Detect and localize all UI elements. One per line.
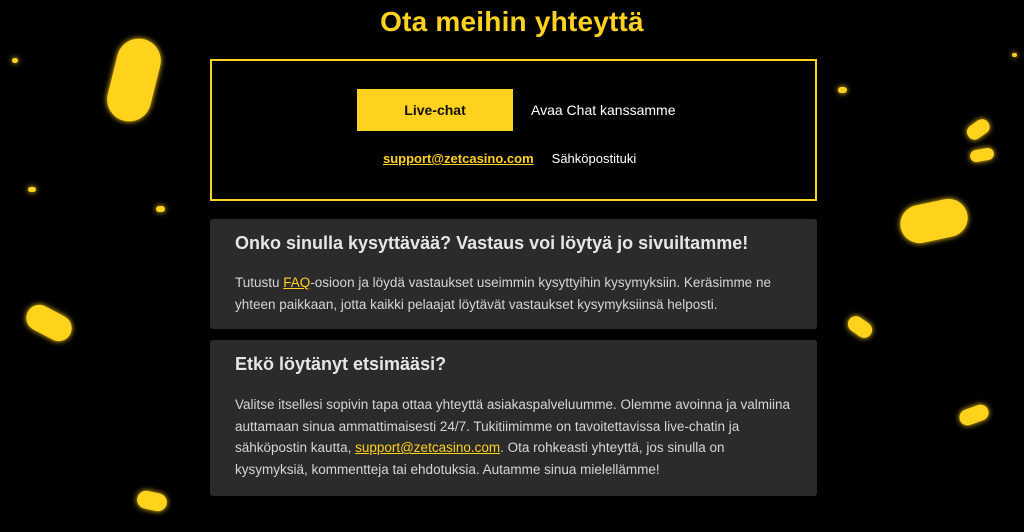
- page-title: Ota meihin yhteyttä: [380, 6, 644, 37]
- faq-card-text: Tutustu FAQ-osioon ja löydä vastaukset u…: [235, 272, 795, 315]
- coin-icon: [156, 206, 165, 212]
- live-chat-button[interactable]: Live-chat: [357, 89, 513, 131]
- coin-icon: [28, 187, 36, 192]
- help-email-link[interactable]: support@zetcasino.com: [355, 440, 500, 455]
- coin-icon: [12, 58, 18, 63]
- faq-text-start: Tutustu: [235, 275, 284, 290]
- help-card-text: Valitse itsellesi sopivin tapa ottaa yht…: [235, 394, 795, 480]
- live-chat-row: Live-chat Avaa Chat kanssamme: [357, 89, 675, 131]
- coin-icon: [966, 119, 990, 140]
- coin-icon: [959, 404, 989, 426]
- coin-icon: [838, 87, 847, 93]
- coin-icon: [137, 490, 167, 512]
- faq-card: Onko sinulla kysyttävää? Vastaus voi löy…: [210, 219, 817, 329]
- help-card: Etkö löytänyt etsimääsi? Valitse itselle…: [210, 340, 817, 496]
- coin-icon: [900, 198, 968, 244]
- contact-options-box: Live-chat Avaa Chat kanssamme support@ze…: [210, 59, 817, 201]
- faq-card-heading: Onko sinulla kysyttävää? Vastaus voi löy…: [235, 233, 749, 253]
- faq-link[interactable]: FAQ: [283, 275, 310, 290]
- coin-icon: [847, 316, 873, 338]
- coin-icon: [1012, 53, 1017, 57]
- help-card-heading: Etkö löytänyt etsimääsi?: [235, 354, 447, 374]
- coin-icon: [970, 147, 994, 163]
- email-row: support@zetcasino.com Sähköpostituki: [383, 151, 636, 166]
- support-email-link[interactable]: support@zetcasino.com: [383, 151, 534, 166]
- contact-page: Ota meihin yhteyttä Live-chat Avaa Chat …: [0, 0, 1024, 532]
- coin-icon: [107, 38, 161, 122]
- email-support-description: Sähköpostituki: [551, 151, 637, 166]
- coin-icon: [26, 304, 72, 342]
- live-chat-description: Avaa Chat kanssamme: [531, 102, 676, 118]
- faq-text-end: -osioon ja löydä vastaukset useimmin kys…: [235, 275, 771, 312]
